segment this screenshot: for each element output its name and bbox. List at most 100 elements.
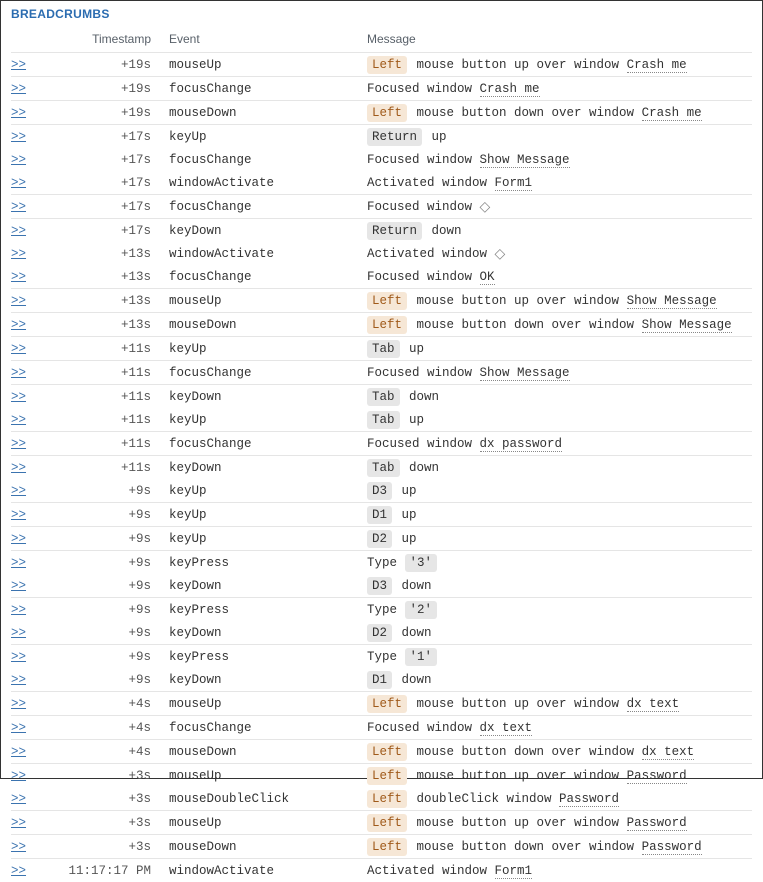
event-cell: keyPress <box>169 601 367 619</box>
table-row: >>+4smouseDownLeft mouse button down ove… <box>11 739 752 763</box>
message-text: Focused window <box>367 437 480 451</box>
event-cell: keyUp <box>169 506 367 524</box>
row-link[interactable]: >> <box>11 270 26 284</box>
row-link[interactable]: >> <box>11 224 26 238</box>
message-text: down <box>394 673 432 687</box>
window-name: Crash me <box>480 82 540 97</box>
row-link[interactable]: >> <box>11 864 26 878</box>
row-link[interactable]: >> <box>11 176 26 190</box>
event-cell: keyPress <box>169 648 367 666</box>
window-name: Password <box>559 792 619 807</box>
timestamp-cell: +13s <box>53 316 169 334</box>
row-link[interactable]: >> <box>11 130 26 144</box>
row-link[interactable]: >> <box>11 769 26 783</box>
row-link[interactable]: >> <box>11 153 26 167</box>
row-link[interactable]: >> <box>11 106 26 120</box>
row-link[interactable]: >> <box>11 532 26 546</box>
table-row: >>+17sfocusChangeFocused window ◇ <box>11 194 752 218</box>
row-link[interactable]: >> <box>11 745 26 759</box>
window-name: Crash me <box>642 106 702 121</box>
message-text: Focused window <box>367 721 480 735</box>
mouse-button-badge: Left <box>367 838 407 856</box>
table-row: >>+19sfocusChangeFocused window Crash me <box>11 76 752 100</box>
row-link[interactable]: >> <box>11 413 26 427</box>
row-link[interactable]: >> <box>11 792 26 806</box>
row-link[interactable]: >> <box>11 603 26 617</box>
row-link[interactable]: >> <box>11 390 26 404</box>
event-cell: keyUp <box>169 530 367 548</box>
window-name: Show Message <box>480 153 570 168</box>
timestamp-cell: +17s <box>53 151 169 169</box>
row-link[interactable]: >> <box>11 650 26 664</box>
table-row: >>+3smouseDownLeft mouse button down ove… <box>11 834 752 858</box>
message-cell: Tab up <box>367 340 752 358</box>
table-row: >>+9skeyUpD2 up <box>11 526 752 550</box>
message-text: mouse button up over window <box>409 58 627 72</box>
timestamp-cell: +9s <box>53 506 169 524</box>
key-badge: '3' <box>405 554 438 572</box>
event-cell: mouseDown <box>169 104 367 122</box>
table-row: >>+11skeyDownTab down <box>11 455 752 479</box>
timestamp-cell: +11s <box>53 459 169 477</box>
row-link[interactable]: >> <box>11 247 26 261</box>
timestamp-cell: +3s <box>53 790 169 808</box>
row-link[interactable]: >> <box>11 366 26 380</box>
message-cell: Activated window Form1 <box>367 862 752 880</box>
table-row: >>+13smouseDownLeft mouse button down ov… <box>11 312 752 336</box>
row-link[interactable]: >> <box>11 342 26 356</box>
event-cell: focusChange <box>169 364 367 382</box>
timestamp-cell: +17s <box>53 222 169 240</box>
row-link[interactable]: >> <box>11 721 26 735</box>
key-badge: D3 <box>367 482 392 500</box>
empty-window-icon: ◇ <box>480 200 491 216</box>
row-link[interactable]: >> <box>11 82 26 96</box>
row-link[interactable]: >> <box>11 556 26 570</box>
message-cell: Left doubleClick window Password <box>367 790 752 808</box>
breadcrumbs-panel: BREADCRUMBS Timestamp Event Message >>+1… <box>0 0 763 779</box>
message-text: mouse button down over window <box>409 318 642 332</box>
timestamp-cell: 11:17:17 PM <box>53 862 169 880</box>
row-link[interactable]: >> <box>11 437 26 451</box>
message-cell: Left mouse button down over window Show … <box>367 316 752 334</box>
table-row: >>+11skeyUpTab up <box>11 336 752 360</box>
row-link[interactable]: >> <box>11 816 26 830</box>
row-link[interactable]: >> <box>11 294 26 308</box>
timestamp-cell: +19s <box>53 56 169 74</box>
table-row: >>+9skeyDownD3 down <box>11 574 752 597</box>
timestamp-cell: +9s <box>53 671 169 689</box>
event-cell: keyDown <box>169 577 367 595</box>
panel-title: BREADCRUMBS <box>11 7 752 28</box>
table-row: >>+19smouseUpLeft mouse button up over w… <box>11 52 752 76</box>
mouse-button-badge: Left <box>367 790 407 808</box>
row-link[interactable]: >> <box>11 508 26 522</box>
row-link[interactable]: >> <box>11 579 26 593</box>
timestamp-cell: +9s <box>53 648 169 666</box>
message-cell: D1 up <box>367 506 752 524</box>
message-cell: Type '2' <box>367 601 752 619</box>
table-row: >>+11skeyUpTab up <box>11 408 752 431</box>
row-link[interactable]: >> <box>11 626 26 640</box>
row-link[interactable]: >> <box>11 673 26 687</box>
mouse-button-badge: Left <box>367 292 407 310</box>
key-badge: Tab <box>367 411 400 429</box>
row-link[interactable]: >> <box>11 840 26 854</box>
message-cell: Focused window Show Message <box>367 364 752 382</box>
event-cell: focusChange <box>169 435 367 453</box>
message-cell: Left mouse button down over window dx te… <box>367 743 752 761</box>
timestamp-cell: +17s <box>53 128 169 146</box>
row-link[interactable]: >> <box>11 200 26 214</box>
row-link[interactable]: >> <box>11 58 26 72</box>
table-header: Timestamp Event Message <box>11 28 752 52</box>
row-link[interactable]: >> <box>11 697 26 711</box>
row-link[interactable]: >> <box>11 484 26 498</box>
message-text: Activated window <box>367 864 495 878</box>
message-text: up <box>402 413 425 427</box>
event-cell: keyDown <box>169 624 367 642</box>
row-link[interactable]: >> <box>11 318 26 332</box>
row-link[interactable]: >> <box>11 461 26 475</box>
message-text: Activated window <box>367 176 495 190</box>
table-row: >>11:17:17 PMwindowActivateActivated win… <box>11 858 752 882</box>
col-header-message: Message <box>367 32 752 46</box>
event-cell: mouseUp <box>169 56 367 74</box>
table-row: >>+3smouseDoubleClickLeft doubleClick wi… <box>11 787 752 810</box>
